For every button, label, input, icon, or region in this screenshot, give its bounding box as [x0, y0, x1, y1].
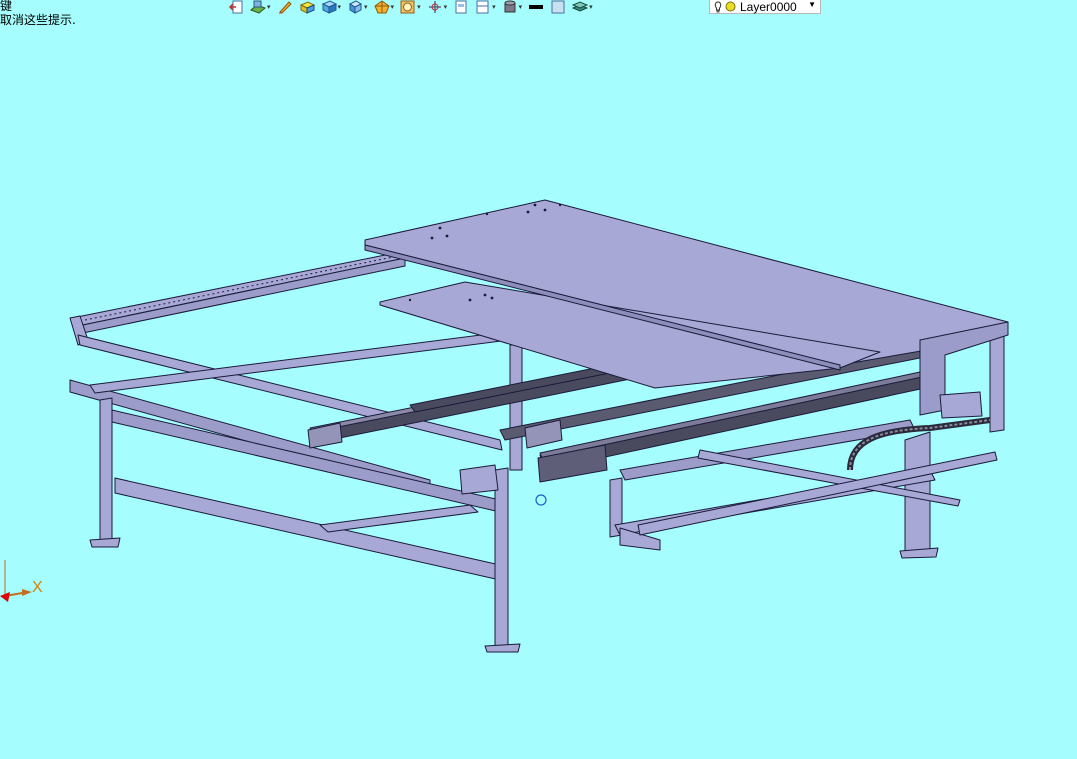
cylinder-icon [504, 0, 516, 13]
end-motor-right [939, 391, 983, 419]
exit-sketch-icon [228, 0, 243, 14]
render-style-icon [373, 0, 390, 14]
lens-icon [400, 0, 415, 14]
rotation-center-icon [535, 494, 547, 506]
layer-stack-button[interactable]: ▾ [572, 0, 593, 14]
move-axis-button[interactable]: ▾ [427, 0, 447, 14]
carriage-front [459, 464, 499, 495]
layer-name: Layer0000 [740, 0, 797, 14]
foot-front-left [89, 537, 121, 548]
x-axis-label: X [32, 579, 43, 596]
rail-top-left-lower [77, 257, 406, 335]
pencil-icon [278, 1, 292, 14]
cad-model-view[interactable] [0, 0, 1077, 755]
fill-swatch-button[interactable] [550, 0, 566, 14]
leg-back-right [989, 327, 1005, 433]
hint-line-1: 键 [0, 0, 13, 13]
linear-module-1 [309, 364, 651, 443]
move-axis-icon [428, 1, 441, 13]
layout-icon [476, 0, 489, 14]
pencil-button[interactable] [277, 0, 293, 14]
solid-cube-icon [321, 0, 337, 14]
toolbar: ▾ ▾ ▾ ▾ ▾ ▾ ▾ ▾ ▾ [228, 0, 599, 14]
conveyor-frame-model[interactable] [69, 199, 1009, 653]
motor-block-left [307, 422, 343, 449]
exit-sketch-button[interactable] [228, 0, 244, 14]
cylinder-button[interactable]: ▾ [502, 0, 522, 14]
bulb-icon [714, 0, 722, 12]
layer-dropdown[interactable]: Layer0000 ▼ [709, 0, 821, 14]
extrude-icon [299, 1, 315, 14]
lower-beam-diag [319, 504, 479, 533]
page-icon [455, 0, 467, 14]
hint-line-2: 取消这些提示. [0, 13, 76, 27]
solid-cube-button[interactable]: ▾ [321, 0, 341, 14]
page-button[interactable] [453, 0, 469, 14]
chevron-down-icon: ▼ [808, 0, 816, 9]
line-color-button[interactable] [528, 0, 544, 14]
leg-front-mid [494, 467, 509, 651]
fill-swatch-icon [551, 0, 565, 14]
view-cube-button[interactable]: ▾ [347, 0, 368, 14]
leg-back-mid [509, 344, 523, 471]
leg-front-left [99, 397, 113, 543]
layout-button[interactable]: ▾ [475, 0, 496, 14]
layer-stack-icon [572, 1, 589, 12]
3d-viewport[interactable] [0, 0, 1077, 755]
axis-triad [0, 560, 32, 602]
line-color-icon [529, 5, 544, 9]
sun-icon [725, 1, 736, 12]
rail-left-front [77, 334, 503, 451]
sketch-plane-button[interactable]: ▾ [250, 0, 271, 14]
extrude-button[interactable] [299, 0, 315, 14]
sketch-plane-icon [250, 0, 266, 14]
foot-front-mid [484, 643, 521, 653]
view-cube-icon [348, 0, 363, 14]
render-style-button[interactable]: ▾ [373, 0, 394, 14]
lens-button[interactable]: ▾ [400, 0, 421, 14]
